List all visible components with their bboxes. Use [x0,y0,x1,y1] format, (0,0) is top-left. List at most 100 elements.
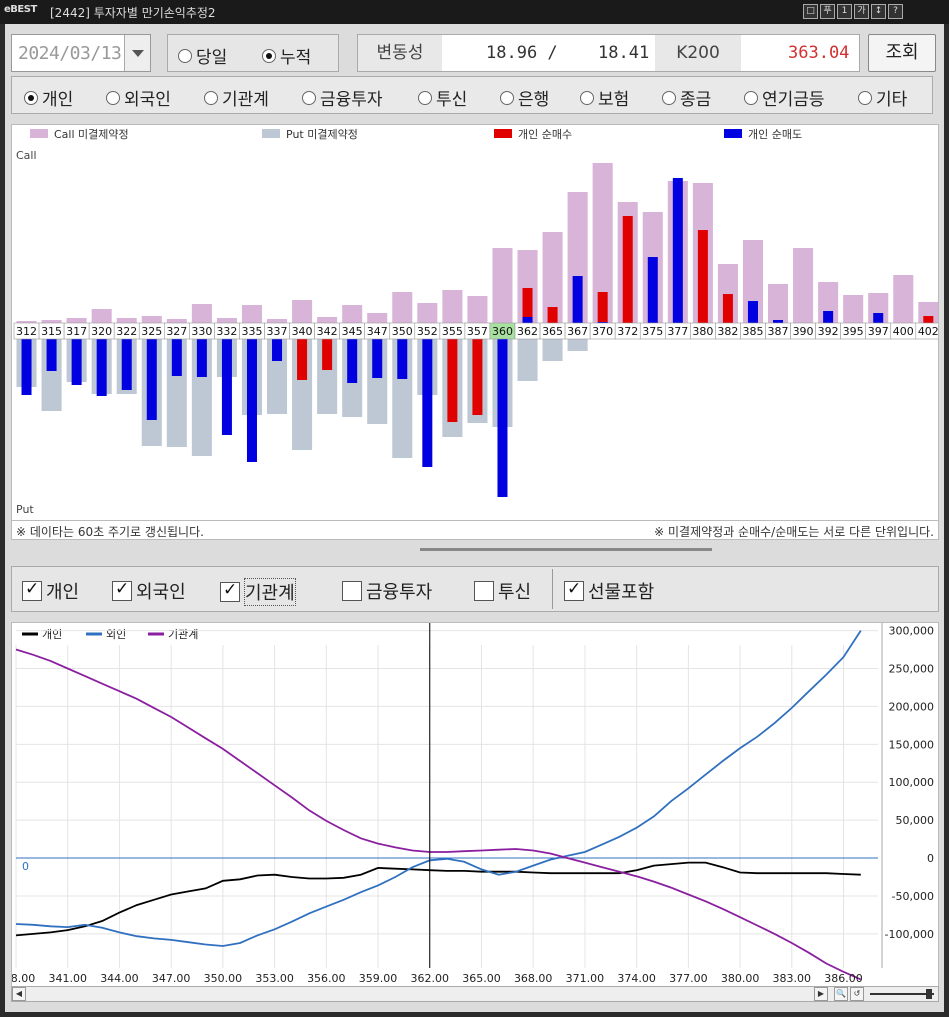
k200-label: K200 [655,35,741,71]
call-oi-bar [91,309,112,323]
call-oi-bar [843,295,864,323]
x-tick-label: 386.00 [824,972,863,985]
investor-label: 금융투자 [320,90,383,110]
date-picker[interactable]: 2024/03/13 [11,34,151,72]
net-sell-bar [873,313,884,323]
call-oi-bar [367,313,388,323]
series-line [15,648,862,981]
strike-label: 342 [317,325,338,338]
refresh-note: ※ 데이타는 60초 주기로 갱신됩니다. [16,525,204,539]
query-button[interactable]: 조회 [868,34,936,72]
checkbox-trust[interactable]: 투신 [474,578,531,604]
radio-dot [744,90,758,105]
date-dropdown-button[interactable] [124,35,150,71]
put-oi-bar [542,339,563,361]
legend-individual: 개인 [42,628,62,641]
checkbox-box [474,581,494,601]
net-buy-bar [597,292,608,323]
net-sell-bar [71,339,82,385]
put-oi-bar [517,339,538,381]
reset-icon[interactable]: ↺ [850,987,864,1001]
net-buy-bar [547,307,558,323]
radio-today[interactable]: 당일 [178,43,227,68]
investor-radio-financial[interactable]: 금융투자 [302,85,383,110]
window-button-move[interactable]: ↕ [871,4,886,19]
call-oi-bar [292,300,313,323]
strike-label: 395 [843,325,864,338]
radio-dot [858,90,872,105]
pnl-estimate-chart-svg: 개인 외인 기관계 338.00 341.00 344.00 347.00 350.00… [0,623,935,985]
window-button-restore[interactable]: □ [803,4,818,19]
x-tick-label: 344.00 [100,972,139,985]
checkbox-foreign[interactable]: 외국인 [112,578,186,604]
checkbox-individual[interactable]: 개인 [22,578,79,604]
x-tick-label: 380.00 [721,972,760,985]
radio-dot [500,90,514,105]
investor-radio-pension[interactable]: 연기금등 [744,85,825,110]
strike-label: 327 [166,325,187,338]
window-button-help[interactable]: ? [888,4,903,19]
investor-radio-individual[interactable]: 개인 [24,85,73,110]
radio-dot [662,90,676,105]
horizontal-scrollbar[interactable]: ◀ ▶ 🔍 ↺ [11,986,939,1002]
x-tick-label: 377.00 [669,972,708,985]
x-tick-label: 371.00 [566,972,605,985]
investor-label: 외국인 [124,90,171,110]
scroll-left-button[interactable]: ◀ [12,987,26,1001]
investor-radio-other[interactable]: 기타 [858,85,907,110]
investor-radio-insurance[interactable]: 보험 [580,85,629,110]
filter-checkbox-row: 개인 외국인 기관계 금융투자 투신 선물포함 [11,566,939,612]
checkbox-financial[interactable]: 금융투자 [342,578,432,604]
y-tick-label: 250,000 [889,662,935,675]
strike-label: 402 [918,325,938,338]
put-oi-bar [567,339,588,351]
strike-label: 315 [41,325,62,338]
net-buy-bar [447,339,458,422]
strike-label: 330 [191,325,212,338]
investor-radio-institution[interactable]: 기관계 [204,85,269,110]
chart1-footer: ※ 데이타는 60초 주기로 갱신됩니다. ※ 미결제약정과 순매수/순매도는 … [11,520,939,540]
net-sell-bar [497,339,508,497]
call-oi-bar [141,316,162,323]
window-button-font[interactable]: 가 [854,4,869,19]
net-sell-bar [46,339,57,371]
zoom-slider-thumb[interactable] [926,989,932,999]
call-oi-bar [116,318,137,323]
strike-label: 347 [367,325,388,338]
investor-radio-bank[interactable]: 은행 [500,85,549,110]
checkbox-box [342,581,362,601]
investor-radio-trust[interactable]: 투신 [418,85,467,110]
strike-axis: 312 315 317 320 322 325 327 330 332 335 337 340 342 3… [13,322,942,340]
zoom-icon[interactable]: 🔍 [834,987,848,1001]
scroll-right-button[interactable]: ▶ [814,987,828,1001]
x-tick-label: 341.00 [48,972,87,985]
open-interest-chart: Call 미결제약정 Put 미결제약정 개인 순매수 개인 순매도 Call … [11,124,942,540]
strike-label: 325 [141,325,162,338]
investor-label: 보험 [598,90,630,110]
radio-cumulative[interactable]: 누적 [262,43,311,68]
x-tick-label: 383.00 [773,972,812,985]
window-button-1[interactable]: 1 [837,4,852,19]
radio-dot [204,90,218,105]
investor-radio-foreign[interactable]: 외국인 [106,85,171,110]
grid [15,630,878,968]
window-button-pin[interactable]: 푸 [820,4,835,19]
investor-radio-merchant-bank[interactable]: 종금 [662,85,711,110]
x-tick-label: 359.00 [359,972,398,985]
checkbox-include-futures[interactable]: 선물포함 [564,578,654,604]
legend-swatch-sell [724,129,742,138]
strike-label: 397 [868,325,889,338]
radio-dot [106,90,120,105]
unit-note: ※ 미결제약정과 순매수/순매도는 서로 다른 단위입니다. [654,525,934,539]
zoom-slider-track[interactable] [870,993,934,995]
strike-label: 400 [893,325,914,338]
strike-label: 362 [517,325,538,338]
checkbox-label: 개인 [46,582,80,603]
net-buy-bar [322,339,333,370]
net-sell-bar [121,339,132,390]
y-tick-label: -50,000 [892,890,934,903]
checkbox-institution[interactable]: 기관계 [220,578,296,606]
panel-splitter[interactable] [420,548,712,551]
call-oi-bar [216,318,237,323]
checkbox-label: 금융투자 [366,582,433,603]
